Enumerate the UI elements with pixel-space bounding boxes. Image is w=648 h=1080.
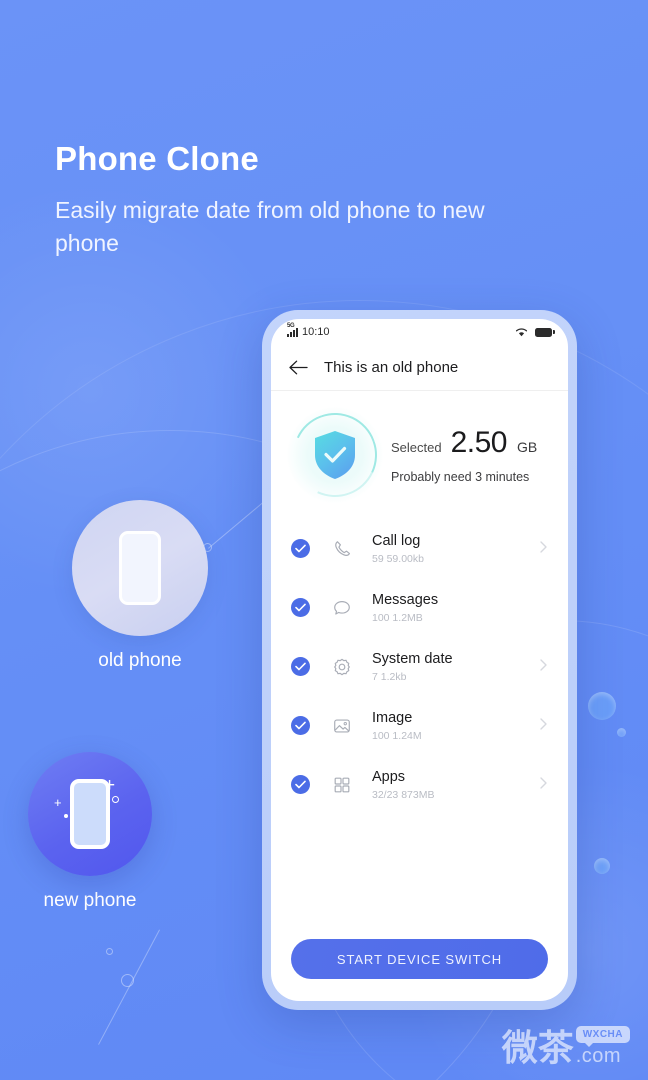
selected-label: Selected bbox=[391, 440, 442, 455]
phone-outline-icon bbox=[119, 531, 161, 605]
list-item[interactable]: Messages 100 1.2MB bbox=[271, 578, 568, 637]
new-phone-label: new phone bbox=[43, 890, 137, 911]
sparkle-dot-icon bbox=[64, 814, 68, 818]
signal-5g-icon: 5G bbox=[287, 323, 298, 337]
old-phone-label: old phone bbox=[98, 650, 182, 671]
check-icon bbox=[295, 662, 306, 671]
watermark-badge: WXCHA bbox=[575, 1026, 630, 1047]
estimated-time-note: Probably need 3 minutes bbox=[391, 470, 530, 484]
checkbox-checked[interactable] bbox=[291, 775, 310, 794]
list-item-title: Messages bbox=[372, 591, 439, 608]
checkbox-checked[interactable] bbox=[291, 657, 310, 676]
list-item[interactable]: Call log 59 59.00kb bbox=[271, 519, 568, 578]
check-icon bbox=[295, 780, 306, 789]
check-icon bbox=[295, 544, 306, 553]
list-item-detail: 32/23 873MB bbox=[372, 789, 435, 802]
connector-line bbox=[98, 929, 160, 1045]
app-bar: This is an old phone bbox=[271, 345, 568, 391]
check-icon bbox=[295, 603, 306, 612]
network-type-label: 5G bbox=[287, 322, 295, 329]
phone-mockup: 5G 10:10 This is an old phone Selected 2… bbox=[262, 310, 577, 1010]
checkbox-checked[interactable] bbox=[291, 716, 310, 735]
watermark-domain: .com bbox=[575, 1045, 622, 1067]
gear-icon bbox=[330, 655, 354, 679]
list-item[interactable]: System date 7 1.2kb bbox=[271, 637, 568, 696]
sparkle-ring-icon bbox=[112, 796, 119, 803]
wifi-icon bbox=[515, 328, 528, 337]
decorative-bubble bbox=[617, 728, 626, 737]
list-item-detail: 7 1.2kb bbox=[372, 671, 407, 684]
status-time: 10:10 bbox=[302, 326, 330, 338]
list-item-detail: 100 1.2MB bbox=[372, 612, 423, 625]
old-phone-circle bbox=[72, 500, 208, 636]
back-arrow-icon[interactable] bbox=[289, 360, 308, 375]
connector-node bbox=[121, 974, 134, 987]
connector-node bbox=[106, 948, 113, 955]
shield-ring bbox=[281, 401, 389, 509]
watermark: 微茶 WXCHA .com bbox=[502, 1026, 630, 1066]
promo-poster: Phone Clone Easily migrate date from old… bbox=[0, 0, 648, 1080]
battery-icon bbox=[535, 327, 555, 337]
list-item-title: Image bbox=[372, 709, 413, 726]
phone-outline-icon bbox=[70, 779, 110, 849]
start-device-switch-button[interactable]: START DEVICE SWITCH bbox=[291, 939, 548, 979]
list-item[interactable]: Image 100 1.24M bbox=[271, 696, 568, 755]
list-item-title: Apps bbox=[372, 768, 406, 785]
list-item-detail: 59 59.00kb bbox=[372, 553, 424, 566]
app-bar-title: This is an old phone bbox=[324, 359, 459, 376]
chevron-right-icon[interactable] bbox=[540, 717, 550, 735]
check-icon bbox=[295, 721, 306, 730]
checkbox-checked[interactable] bbox=[291, 598, 310, 617]
selected-size-unit: GB bbox=[516, 439, 538, 455]
list-item-title: System date bbox=[372, 650, 453, 667]
hero-text-block: Phone Clone Easily migrate date from old… bbox=[55, 140, 485, 259]
new-phone-circle: + + bbox=[28, 752, 152, 876]
phone-screen: 5G 10:10 This is an old phone Selected 2… bbox=[271, 319, 568, 1001]
summary-text: Selected 2.50 GB Probably need 3 minutes bbox=[391, 426, 537, 484]
page-title: Phone Clone bbox=[55, 140, 259, 177]
chevron-right-icon[interactable] bbox=[540, 540, 550, 558]
list-item[interactable]: Apps 32/23 873MB bbox=[271, 755, 568, 814]
decorative-bubble bbox=[594, 858, 610, 874]
transfer-category-list: Call log 59 59.00kb Messages 100 1.2MB S… bbox=[271, 515, 568, 925]
old-phone-illustration: old phone bbox=[72, 500, 208, 672]
phone-call-icon bbox=[330, 537, 354, 561]
selected-size-value: 2.50 bbox=[450, 426, 508, 459]
sparkle-plus-icon: + bbox=[54, 795, 62, 810]
chevron-right-icon[interactable] bbox=[540, 776, 550, 794]
new-phone-illustration: + + new phone bbox=[28, 752, 152, 912]
apps-grid-icon bbox=[330, 773, 354, 797]
checkbox-checked[interactable] bbox=[291, 539, 310, 558]
transfer-summary: Selected 2.50 GB Probably need 3 minutes bbox=[271, 391, 568, 515]
page-subtitle: Easily migrate date from old phone to ne… bbox=[55, 196, 485, 256]
image-icon bbox=[330, 714, 354, 738]
message-icon bbox=[330, 596, 354, 620]
cta-container: START DEVICE SWITCH bbox=[271, 925, 568, 1001]
list-item-title: Call log bbox=[372, 532, 421, 549]
decorative-bubble bbox=[588, 692, 616, 720]
watermark-logo-text: 微茶 bbox=[501, 1027, 574, 1069]
status-bar: 5G 10:10 bbox=[271, 319, 568, 345]
list-item-detail: 100 1.24M bbox=[372, 730, 422, 743]
shield-badge bbox=[281, 401, 389, 509]
chevron-right-icon[interactable] bbox=[540, 658, 550, 676]
